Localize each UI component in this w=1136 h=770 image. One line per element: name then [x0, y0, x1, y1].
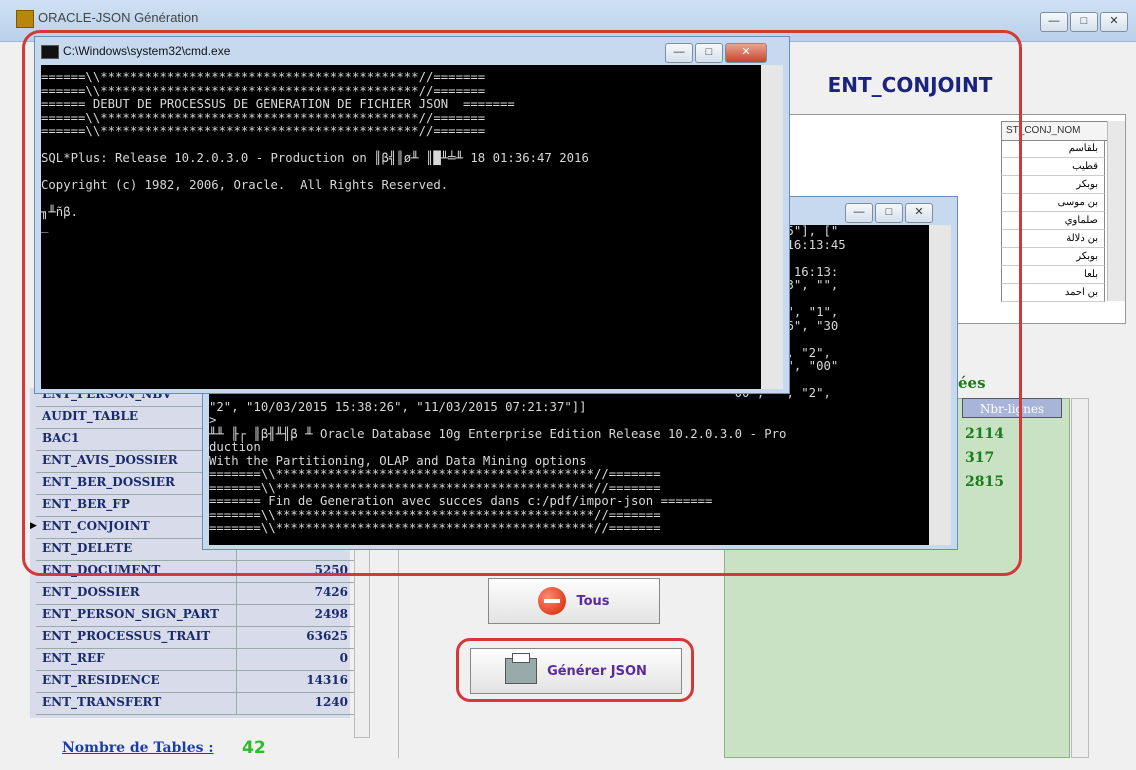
cell-separator: [236, 626, 237, 648]
app-icon: [16, 10, 34, 28]
cell-separator: [236, 670, 237, 692]
cell-separator: [236, 692, 237, 714]
table-row[interactable]: ENT_TRANSFERT 1240: [36, 692, 354, 715]
table-row-count: 7426: [314, 585, 348, 599]
table-row[interactable]: ENT_PROCESSUS_TRAIT 63625: [36, 626, 354, 649]
table-row[interactable]: ENT_DOSSIER 7426: [36, 582, 354, 605]
table-row-count: 14316: [306, 673, 348, 687]
highlight-ring: [456, 638, 694, 702]
table-row[interactable]: ENT_RESIDENCE 14316: [36, 670, 354, 693]
table-row[interactable]: ENT_PERSON_SIGN_PART 2498: [36, 604, 354, 627]
table-row-count: 0: [339, 651, 348, 665]
remove-all-label: Tous: [576, 593, 610, 609]
cell-separator: [236, 604, 237, 626]
table-count-label: Nombre de Tables :: [62, 740, 214, 756]
table-count-value: 42: [242, 738, 266, 758]
remove-all-button[interactable]: Tous: [488, 578, 660, 624]
table-name: ENT_DOSSIER: [42, 585, 140, 599]
table-name: ENT_PROCESSUS_TRAIT: [42, 629, 211, 643]
cell-separator: [236, 582, 237, 604]
imported-scrollbar[interactable]: [1071, 398, 1089, 758]
highlight-outline: [22, 30, 1022, 576]
table-name: ENT_TRANSFERT: [42, 695, 162, 709]
minimize-button[interactable]: —: [1040, 12, 1068, 32]
table-row-count: 1240: [314, 695, 348, 709]
table-name: ENT_PERSON_SIGN_PART: [42, 607, 219, 621]
maximize-button[interactable]: □: [1070, 12, 1098, 32]
grid-scrollbar[interactable]: [1107, 121, 1125, 301]
table-name: ENT_REF: [42, 651, 105, 665]
remove-icon: [538, 587, 567, 615]
app-title: ORACLE-JSON Génération: [38, 10, 199, 25]
table-row-count: 2498: [314, 607, 348, 621]
table-row[interactable]: ENT_REF 0: [36, 648, 354, 671]
cell-separator: [236, 648, 237, 670]
close-button[interactable]: ✕: [1100, 12, 1128, 32]
table-name: ENT_RESIDENCE: [42, 673, 160, 687]
table-row-count: 63625: [306, 629, 348, 643]
